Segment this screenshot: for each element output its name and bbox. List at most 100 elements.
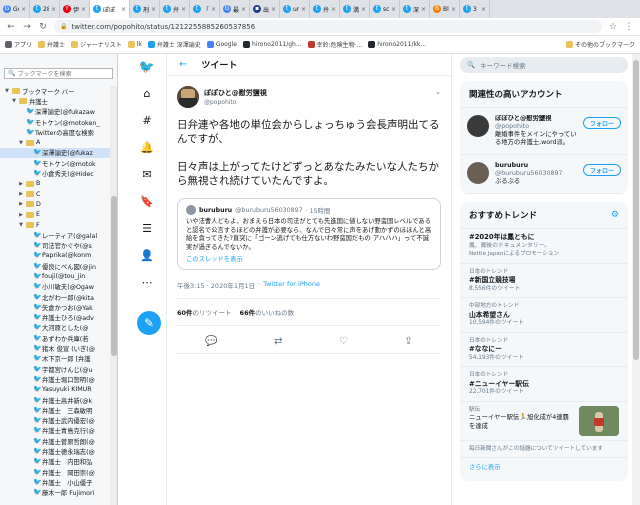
bookmark-item[interactable]: 🐦 弁護士青島克行(@: [0, 426, 110, 436]
trend-item[interactable]: #2020年は鳳ともに 鳳、鳳後のドキュメンタリー。 Nettle Japanによる…: [460, 229, 628, 264]
reply-icon[interactable]: 💬: [205, 336, 217, 347]
sidebar-scrollbar[interactable]: [110, 86, 117, 505]
bookmark-item[interactable]: 🐦 優良にべん図(@jin: [0, 261, 110, 271]
like-count[interactable]: 66件のいいねの数: [240, 307, 295, 317]
bookmark-item[interactable]: 🐦 レーティア(@galal: [0, 230, 110, 240]
compose-tweet-button[interactable]: ✎: [137, 311, 161, 335]
close-icon[interactable]: ×: [451, 6, 456, 13]
home-icon[interactable]: ⌂: [140, 86, 154, 100]
collapse-arrow-icon[interactable]: ▶: [18, 191, 24, 197]
address-bar[interactable]: 🔒 twitter.com/popohito/status/1212255885…: [54, 20, 602, 33]
chevron-down-icon[interactable]: ⌄: [435, 88, 441, 96]
tweet-source[interactable]: Twitter for iPhone: [263, 280, 320, 290]
quoted-tweet[interactable]: buruburu @buruburu56030897 · 15時間 いや法曹人ど…: [177, 198, 441, 271]
bookmark-item[interactable]: 🐦 Twitterの高度な検索: [0, 127, 110, 137]
page-scrollbar[interactable]: [632, 54, 640, 505]
sidebar-scroll-thumb[interactable]: [111, 196, 117, 356]
bookmark-item[interactable]: 🐦 弁護士德永瑞志(@: [0, 446, 110, 457]
bookmark-folder[interactable]: ▶ C: [0, 189, 110, 199]
browser-tab[interactable]: GGoo×: [0, 0, 30, 18]
browser-tab[interactable]: t 3 ×: [460, 0, 490, 18]
suggested-account[interactable]: buruburu @buruburu56030897 ぶるぶる フォロー: [460, 155, 628, 194]
explore-hash-icon[interactable]: #: [140, 113, 154, 127]
forward-icon[interactable]: →: [22, 22, 32, 32]
close-icon[interactable]: ×: [21, 6, 26, 13]
bookmark-item[interactable]: 🐦 弁護士 小山優子: [0, 477, 110, 487]
bookmark-folder[interactable]: ▶ E: [0, 210, 110, 220]
trend-item[interactable]: 中部地方のトレンド 山本希望さん 10,594件のツイート: [460, 298, 628, 333]
bookmark-item[interactable]: 🐦 fouji(@tou_jin: [0, 271, 110, 281]
close-icon[interactable]: ×: [271, 6, 276, 13]
bookmark-item[interactable]: 🐦 弁護士高井新(@k: [0, 395, 110, 405]
show-more-link[interactable]: さらに表示: [460, 458, 628, 481]
bookmark-bar-item[interactable]: hirono2011/kk...: [368, 41, 426, 48]
twitter-bird-icon[interactable]: 🐦: [139, 60, 155, 75]
bookmark-item[interactable]: 🐦 矢倉かつお(@Yak: [0, 302, 110, 312]
back-icon[interactable]: ←: [6, 22, 16, 32]
trend-item[interactable]: 日本のトレンド #ニューイヤー駅伝 22,701件のツイート: [460, 367, 628, 402]
close-icon[interactable]: ×: [81, 6, 86, 13]
bookmark-bar-item[interactable]: Google: [206, 41, 237, 48]
twitter-search-input[interactable]: 🔍 キーワード検索: [460, 57, 628, 73]
close-icon[interactable]: ×: [151, 6, 156, 13]
bookmark-item[interactable]: 🐦 北がわ一郎(@kita: [0, 292, 110, 302]
bookmark-item[interactable]: 🐦 弁護士武内優宏(@: [0, 416, 110, 426]
bookmark-bar-item[interactable]: 弁護士 深澤諭史: [147, 40, 201, 49]
expand-arrow-icon[interactable]: ▼: [11, 98, 17, 104]
bookmark-item[interactable]: 🐦 Paprika(@konm: [0, 251, 110, 261]
browser-tab[interactable]: G 最 ×: [220, 0, 250, 18]
more-icon[interactable]: ⋯: [140, 275, 154, 289]
expand-arrow-icon[interactable]: ▼: [18, 140, 24, 146]
profile-icon[interactable]: 👤: [140, 248, 154, 262]
bookmark-item[interactable]: 🐦 弁護士 岡田崇(@: [0, 467, 110, 477]
bookmark-bar-item[interactable]: 弁護士: [38, 40, 65, 49]
suggested-account[interactable]: ぽぽひと@慰労鹽視 @popohito 離婚事件をメインにやっている地方の弁護士,w…: [460, 108, 628, 155]
tweet-time[interactable]: 午後3:15 · 2020年1月1日: [177, 280, 255, 290]
retweet-count[interactable]: 60件のリツイート: [177, 307, 232, 317]
browser-tab[interactable]: ▪ 出 ×: [250, 0, 280, 18]
bookmark-item[interactable]: 🐦 あずわか兵庫(若: [0, 333, 110, 343]
follow-button[interactable]: フォロー: [582, 164, 621, 176]
bookmark-bar-item[interactable]: ジャーナリスト: [71, 40, 122, 49]
close-icon[interactable]: ×: [211, 6, 216, 13]
avatar[interactable]: [467, 115, 489, 137]
browser-tab[interactable]: t 弁 ×: [310, 0, 340, 18]
bookmark-bar-item[interactable]: lk: [127, 41, 142, 48]
expand-arrow-icon[interactable]: ▼: [18, 222, 24, 228]
menu-icon[interactable]: ⋮: [624, 22, 634, 32]
close-icon[interactable]: ×: [391, 6, 396, 13]
close-icon[interactable]: ×: [361, 6, 366, 13]
follow-button[interactable]: フォロー: [582, 117, 621, 129]
bookmark-item[interactable]: 🐦 小川敏夫(@Ogaw: [0, 282, 110, 292]
close-icon[interactable]: ×: [241, 6, 246, 13]
browser-tab[interactable]: t ぽぽ ×: [90, 0, 130, 18]
bookmark-folder[interactable]: ▼ 弁護士: [0, 96, 110, 106]
close-icon[interactable]: ×: [301, 6, 306, 13]
trend-item[interactable]: 日本のトレンド #新国立競技場 8,556件のツイート: [460, 264, 628, 298]
browser-tab[interactable]: t「世×: [190, 0, 220, 18]
back-arrow-icon[interactable]: ←: [179, 59, 187, 70]
browser-tab[interactable]: turl×: [280, 0, 310, 18]
browser-tab[interactable]: BBlo×: [430, 0, 460, 18]
bookmark-item[interactable]: 🐦 弁護士ひろ(@adv: [0, 313, 110, 323]
bookmark-item[interactable]: 🐦 宇都宮けんじ(@u: [0, 364, 110, 374]
bookmark-item[interactable]: 🐦 深澤諭史(@fukazaw: [0, 107, 110, 117]
like-heart-icon[interactable]: ♡: [339, 336, 348, 347]
avatar[interactable]: [467, 162, 489, 184]
bookmark-item[interactable]: 🐦 猪木 俊宣 (いぎ(@: [0, 343, 110, 354]
gear-icon[interactable]: ⚙: [611, 210, 619, 220]
browser-tab[interactable]: t 刑 ×: [130, 0, 160, 18]
bookmark-item[interactable]: 🐦 Yasuyuki KIMUR: [0, 385, 110, 395]
close-icon[interactable]: ×: [181, 6, 186, 13]
close-icon[interactable]: ×: [331, 6, 336, 13]
share-icon[interactable]: ⇪: [404, 336, 412, 347]
show-thread-link[interactable]: このスレッドを表示: [186, 254, 432, 263]
bookmark-item[interactable]: 🐦 藤木一郎 Fujimori: [0, 488, 110, 498]
bookmark-bar-item[interactable]: hirono2011/gh...: [242, 41, 302, 48]
close-icon[interactable]: ×: [51, 6, 56, 13]
bookmark-folder[interactable]: ▶ D: [0, 199, 110, 209]
bookmark-item[interactable]: 🐦 モトケン(@motoken_: [0, 117, 110, 127]
avatar[interactable]: [177, 86, 199, 108]
bookmark-folder[interactable]: ▶ B: [0, 179, 110, 189]
browser-tab[interactable]: Y伊藤×: [60, 0, 90, 18]
